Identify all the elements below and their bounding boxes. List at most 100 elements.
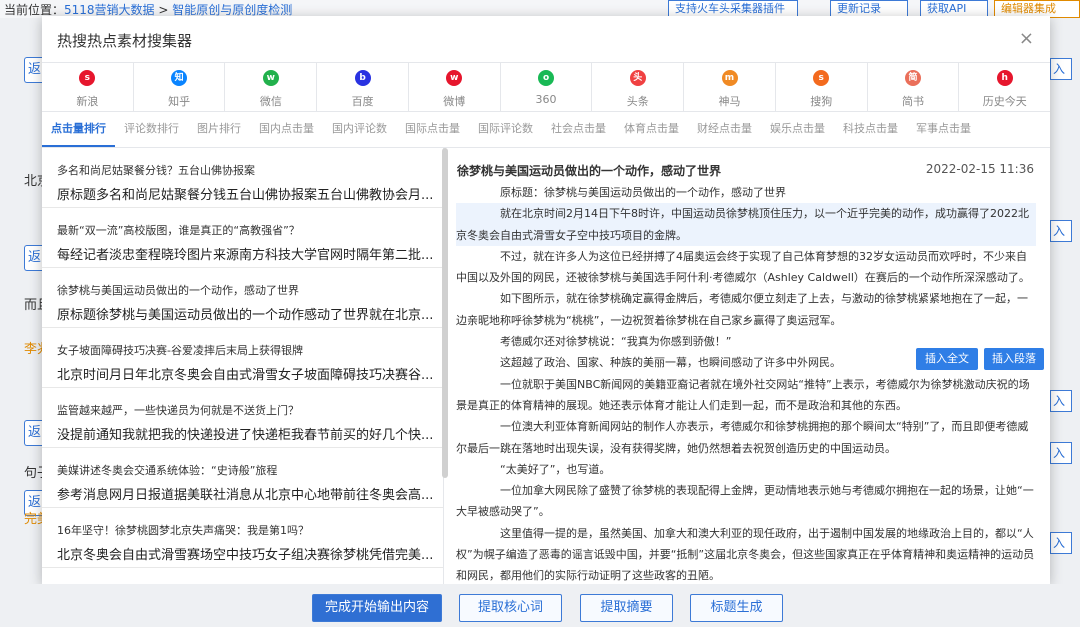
source-tab-5[interactable]: o 360 xyxy=(501,63,593,111)
article-paragraph: 不过，就在许多人为这位已经拼搏了4届奥运会终于实现了自己体育梦想的32岁女运动员… xyxy=(456,249,1030,285)
category-tab[interactable]: 国际评论数 xyxy=(469,112,542,147)
bg-right-tab[interactable]: 入 xyxy=(1050,58,1072,80)
source-label: 历史今天 xyxy=(982,95,1027,108)
article-title: 徐梦桃与美国运动员做出的一个动作，感动了世界 xyxy=(457,164,722,178)
source-tab-6[interactable]: 头头条 xyxy=(592,63,685,111)
category-tab[interactable]: 国内点击量 xyxy=(250,112,323,147)
extract-keywords-button[interactable]: 提取核心词 xyxy=(459,594,562,622)
list-item-snippet: 原标题徐梦桃与美国运动员做出的一个动作感动了世界就在北京... xyxy=(57,308,432,323)
breadcrumb-link-original-check[interactable]: 智能原创与原创度检测 xyxy=(172,3,292,17)
category-tab[interactable]: 国内评论数 xyxy=(323,112,396,147)
list-item[interactable]: 最新“双一流”高校版图，谁是真正的“高教强省”？ 每经记者淡忠奎程晓玲图片来源南方… xyxy=(42,208,443,268)
source-tab-2[interactable]: w 微信 xyxy=(225,63,318,111)
source-label: 知乎 xyxy=(168,95,191,108)
bg-right-tab[interactable]: 入 xyxy=(1050,220,1072,242)
list-item-snippet: 每经记者淡忠奎程晓玲图片来源南方科技大学官网时隔年第二批... xyxy=(57,248,432,263)
modal-title: 热搜热点素材搜集器 xyxy=(57,32,193,50)
category-tab[interactable]: 点击量排行 xyxy=(42,112,115,147)
list-item[interactable]: 中国冰雪冬奥会金牌记录 爆手操多名冰冰名 xyxy=(42,568,443,584)
list-item-title: 美媒讲述冬奥会交通系统体验：“史诗般”旅程 xyxy=(57,464,278,477)
article-paragraph: 一位加拿大网民除了盛赞了徐梦桃的表现配得上金牌，更动情地表示她与考德威尔拥抱在一… xyxy=(456,484,1034,519)
toutiao-icon: 头 xyxy=(629,70,646,86)
article-paragraph: “太美好了”，也写道。 xyxy=(500,462,611,476)
weibo-icon: w xyxy=(446,70,463,86)
insert-all-button[interactable]: 插入全文 xyxy=(916,348,978,370)
list-item-title: 16年坚守！徐梦桃圆梦北京失声痛哭：我是第1吗？ xyxy=(57,524,309,537)
category-tab[interactable]: 体育点击量 xyxy=(615,112,688,147)
finish-output-button[interactable]: 完成开始输出内容 xyxy=(312,594,442,622)
list-item-snippet: 北京冬奥会自由式滑雪赛场空中技巧女子组决赛徐梦桃凭借完美... xyxy=(57,548,432,563)
list-item[interactable]: 16年坚守！徐梦桃圆梦北京失声痛哭：我是第1吗？ 北京冬奥会自由式滑雪赛场空中技巧… xyxy=(42,508,443,568)
bg-right-tab[interactable]: 入 xyxy=(1050,442,1072,464)
category-tab[interactable]: 评论数排行 xyxy=(115,112,188,147)
jianshu-icon: 简 xyxy=(904,70,921,86)
bg-back-tab[interactable]: 返 xyxy=(24,57,42,83)
source-label: 神马 xyxy=(718,95,741,108)
category-tab[interactable]: 国际点击量 xyxy=(396,112,469,147)
article-date: 2022-02-15 11:36 xyxy=(925,162,1034,176)
category-tab[interactable]: 图片排行 xyxy=(188,112,250,147)
close-icon[interactable]: × xyxy=(1019,28,1034,49)
source-tab-1[interactable]: 知知乎 xyxy=(134,63,226,111)
source-label: 微博 xyxy=(443,95,466,108)
source-label: 百度 xyxy=(351,95,374,108)
list-item-snippet: 原标题多名和尚尼姑聚餐分钱五台山佛协报案五台山佛教协会月... xyxy=(57,188,432,203)
source-tab-4[interactable]: w 微博 xyxy=(409,63,501,111)
source-tab-0[interactable]: s 新浪 xyxy=(42,63,134,111)
category-tab[interactable]: 科技点击量 xyxy=(834,112,907,147)
list-item[interactable]: 监管越来越严，一些快递员为何就是不送货上门？ 没提前通知我就把我的快递投进了快递柜… xyxy=(42,388,443,448)
source-label: 新浪 xyxy=(76,95,99,108)
list-item-title: 多名和尚尼姑聚餐分钱？五台山佛协报案 xyxy=(57,164,255,177)
insert-paragraph-button[interactable]: 插入段落 xyxy=(984,348,1044,370)
article-paragraph: 一位就职于美国NBC新闻网的美籍亚裔记者就在境外社交网站“推特”上表示，考德威尔… xyxy=(456,377,1030,412)
sina-icon: s xyxy=(79,70,96,86)
zhihu-icon: 知 xyxy=(171,70,188,86)
bottom-action-bar: 完成开始输出内容 提取核心词 提取摘要 标题生成 xyxy=(0,584,1080,627)
source-tab-10[interactable]: h 历史今天 xyxy=(959,63,1050,111)
list-item[interactable]: 女子坡面障碍技巧决赛-谷爱凌摔后末局上获得银牌 北京时间月日年北京冬奥会自由式滑雪… xyxy=(42,328,443,388)
list-item[interactable]: 徐梦桃与美国运动员做出的一个动作，感动了世界原标题徐梦桃与美国运动员做出的一个动… xyxy=(42,268,443,328)
extract-summary-button[interactable]: 提取摘要 xyxy=(580,594,673,622)
list-item[interactable]: 多名和尚尼姑聚餐分钱？五台山佛协报案原标题多名和尚尼姑聚餐分钱五台山佛协报案五台… xyxy=(42,148,443,208)
bg-edit-tab[interactable]: 返 xyxy=(24,245,42,271)
source-tab-8[interactable]: s 搜狗 xyxy=(776,63,868,111)
source-tab-7[interactable]: m 神马 xyxy=(684,63,776,111)
sogou-icon: s xyxy=(813,70,830,86)
news-list: 多名和尚尼姑聚餐分钱？五台山佛协报案原标题多名和尚尼姑聚餐分钱五台山佛协报案五台… xyxy=(42,148,444,584)
baidu-icon: b xyxy=(354,70,371,86)
article-paragraph: 原标题：徐梦桃与美国运动员做出的一个动作，感动了世界 xyxy=(500,186,786,199)
source-label: 搜狗 xyxy=(810,95,833,108)
category-tab[interactable]: 军事点击量 xyxy=(907,112,980,147)
breadcrumb-link-5118[interactable]: 5118营销大数据 xyxy=(64,3,155,17)
shenma-icon: m xyxy=(721,70,738,86)
source-tab-9[interactable]: 简简书 xyxy=(868,63,960,111)
list-item-snippet: 北京时间月日年北京冬奥会自由式滑雪女子坡面障碍技巧决赛谷... xyxy=(57,368,432,383)
source-label: 微信 xyxy=(259,95,282,108)
history-icon: h xyxy=(996,70,1013,86)
article-pane: 徐梦桃与美国运动员做出的一个动作，感动了世界 2022-02-15 11:36 … xyxy=(448,148,1050,584)
article-paragraph: 这里值得一提的是，虽然美国、加拿大和澳大利亚的现任政府，出于遏制中国发展的地缘政… xyxy=(456,526,1035,583)
source-tabs: s 新浪 知知乎 w 微信 b 百度 w 微博 o 360 头头条 m 神马 s 搜狗 简简书 h 历史今天 xyxy=(42,62,1050,112)
wechat-icon: w xyxy=(262,70,279,86)
category-tabs: 点击量排行 评论数排行 图片排行 国内点击量 国内评论数 国际点击量 国际评论数 社会点击量体… xyxy=(42,112,1050,148)
list-item[interactable]: 美媒讲述冬奥会交通系统体验：“史诗般”旅程参考消息网月日报道据美联社消息从北京中… xyxy=(42,448,443,508)
article-body: 原标题：徐梦桃与美国运动员做出的一个动作，感动了世界 就在北京时间2月14日下午8… xyxy=(456,182,1036,584)
bg-edit-tab[interactable]: 返 xyxy=(24,420,42,446)
article-paragraph: 一位澳大利亚体育新闻网站的制作人亦表示，考德威尔和徐梦桃拥抱的那个瞬间太“特别”… xyxy=(456,420,1029,455)
list-item-title: 监管越来越严，一些快递员为何就是不送货上门？ xyxy=(57,404,299,417)
list-item-snippet: 没提前通知我就把我的快递投进了快递柜我春节前买的好几个快... xyxy=(57,428,432,443)
list-item-title: 最新“双一流”高校版图，谁是真正的“高教强省”？ xyxy=(57,224,300,237)
bg-right-tab[interactable]: 入 xyxy=(1050,390,1072,412)
list-item-snippet: 参考消息网月日报道据美联社消息从北京中心地带前往冬奥会高... xyxy=(57,488,432,503)
hot-search-modal: 热搜热点素材搜集器 × s 新浪 知知乎 w 微信 b 百度 w 微博 o 360 头头条 m 神马 s 搜狗… xyxy=(42,16,1050,584)
list-item-title: 徐梦桃与美国运动员做出的一个动作，感动了世界 xyxy=(57,284,299,297)
source-tab-3[interactable]: b 百度 xyxy=(317,63,409,111)
source-label: 简书 xyxy=(901,95,924,108)
category-tab[interactable]: 财经点击量 xyxy=(688,112,761,147)
category-tab[interactable]: 娱乐点击量 xyxy=(761,112,834,147)
generate-title-button[interactable]: 标题生成 xyxy=(690,594,783,622)
category-tab[interactable]: 社会点击量 xyxy=(542,112,615,147)
bg-right-tab[interactable]: 入 xyxy=(1050,532,1072,554)
article-paragraph: 如下图所示，就在徐梦桃确定赢得金牌后，考德威尔便立刻走了上去，与激动的徐梦桃紧紧… xyxy=(456,292,1028,327)
source-label: 头条 xyxy=(626,95,649,108)
